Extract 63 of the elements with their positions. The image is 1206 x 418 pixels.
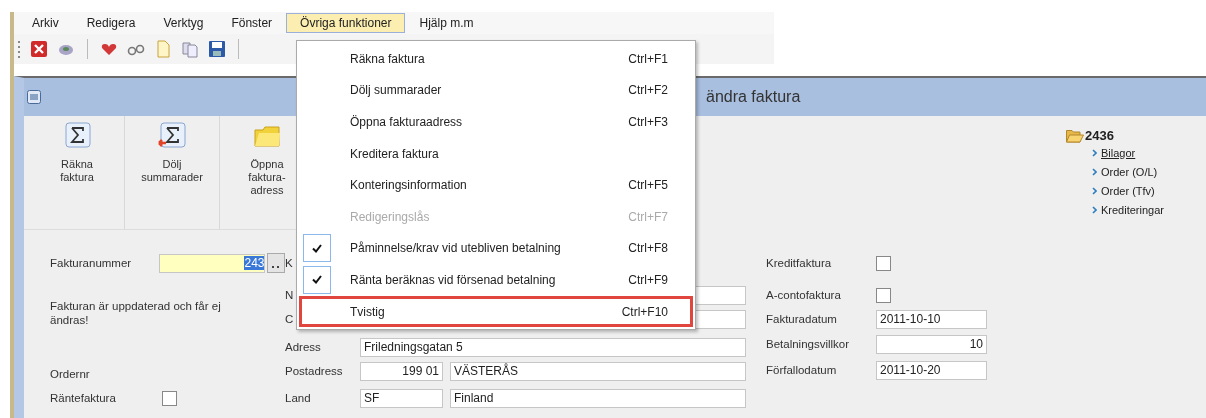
menu-item[interactable]: Påminnelse/krav vid utebliven betalning Ctrl+F8: [299, 232, 693, 265]
record-number: 2436: [1085, 128, 1114, 143]
browse-button[interactable]: [267, 253, 285, 273]
check-icon: [312, 243, 322, 253]
input-field[interactable]: 2011-10-20: [876, 360, 987, 380]
field-label: A-contofaktura: [766, 289, 842, 301]
notice-text: Fakturan är uppdaterad och får ej ändras!: [50, 299, 222, 327]
menu-item[interactable]: Hjälp m.m: [405, 13, 488, 33]
field-label: Betalningsvillkor: [766, 338, 851, 350]
link[interactable]: Krediteringar: [1101, 203, 1164, 216]
input-field[interactable]: SF: [360, 388, 443, 408]
link[interactable]: Bilagor: [1101, 146, 1136, 159]
field-label: Postadress: [285, 365, 344, 377]
input-field[interactable]: 10: [876, 334, 987, 354]
checkbox[interactable]: [876, 287, 891, 303]
input-field[interactable]: VÄSTERÅS: [450, 361, 746, 381]
checkbox-label: Räntefaktura: [50, 392, 117, 404]
window-icon[interactable]: [27, 90, 41, 104]
menu-item[interactable]: Öppna fakturaadress Ctrl+F3: [299, 106, 693, 138]
menu-item[interactable]: Arkiv: [18, 13, 73, 33]
folder-icon: [1066, 128, 1084, 143]
link[interactable]: Order (O/L): [1101, 165, 1158, 178]
input-field[interactable]: Finland: [450, 388, 746, 408]
field-label: Kreditfaktura: [766, 257, 833, 269]
chevron-icon: [1092, 167, 1097, 176]
save-icon[interactable]: [208, 40, 226, 58]
input-field[interactable]: Friledningsgatan 5: [360, 337, 746, 357]
menu-item[interactable]: Ränta beräknas vid försenad betalning Ctrl+F9: [299, 264, 693, 296]
checkbox[interactable]: [162, 390, 177, 406]
grip-icon: [18, 39, 21, 59]
ribbon-button[interactable]: Dölj summarader: [139, 116, 205, 226]
field-label: Adress: [285, 341, 322, 353]
menu-item[interactable]: Redigera: [72, 13, 150, 33]
link[interactable]: Order (Tfv): [1101, 184, 1155, 197]
field-label: Land: [285, 392, 312, 404]
menu-item[interactable]: Dölj summarader Ctrl+F2: [299, 74, 693, 107]
chevron-icon: [1092, 205, 1097, 214]
window-title: ändra faktura: [706, 88, 801, 106]
menu-item[interactable]: Konteringsinformation Ctrl+F5: [299, 169, 693, 201]
close-icon[interactable]: [30, 40, 48, 58]
sigma-icon: [63, 122, 91, 150]
input-field[interactable]: 199 01: [360, 361, 443, 381]
field-label: Förfallodatum: [766, 364, 838, 376]
menu-item[interactable]: Fönster: [217, 13, 287, 33]
chevron-icon: [1092, 186, 1097, 195]
input-field[interactable]: 2011-10-10: [876, 309, 987, 329]
ribbon-button[interactable]: Öppna faktura- adress: [246, 116, 288, 226]
field-label: Fakturadatum: [766, 313, 838, 325]
menu-item[interactable]: Räkna faktura Ctrl+F1: [299, 43, 693, 75]
checkbox[interactable]: [876, 255, 891, 271]
menu-item[interactable]: Verktyg: [149, 13, 218, 33]
invoice-number-field[interactable]: 243: [158, 253, 266, 273]
menu-item[interactable]: Tvistig Ctrl+F10: [299, 295, 693, 328]
menu-item[interactable]: Kreditera faktura: [299, 137, 693, 170]
menu-item[interactable]: Övriga funktioner: [286, 13, 406, 33]
field-label: N: [285, 289, 295, 301]
field-label: Fakturanummer: [50, 257, 133, 269]
ribbon-button[interactable]: Räkna faktura: [58, 116, 96, 226]
check-icon: [312, 275, 322, 285]
field-label: K: [285, 257, 294, 269]
field-label: Ordernr: [50, 368, 90, 380]
copy-icon[interactable]: [181, 40, 199, 58]
chevron-icon: [1092, 148, 1097, 157]
